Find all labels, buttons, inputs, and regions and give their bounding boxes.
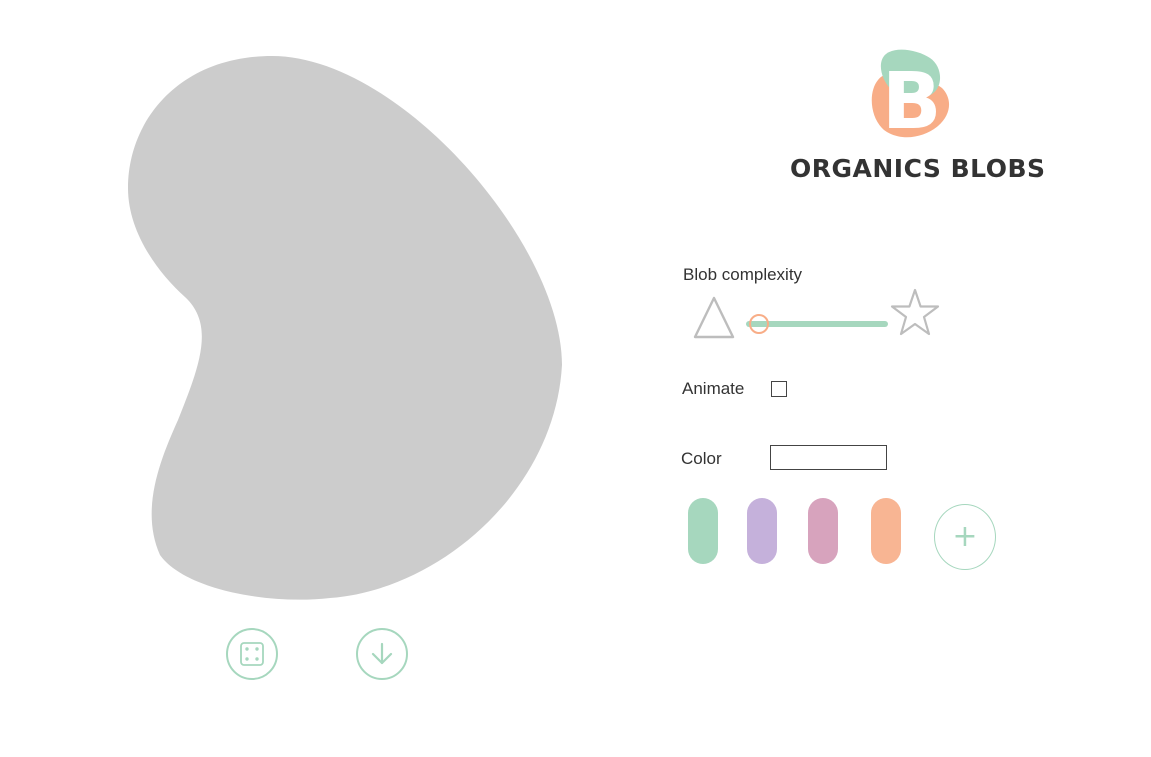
triangle-icon bbox=[693, 296, 735, 339]
slider-thumb[interactable] bbox=[748, 314, 769, 334]
complexity-slider[interactable] bbox=[746, 312, 888, 336]
app-title: ORGANICS BLOBS bbox=[790, 154, 1046, 183]
logo-letter: B bbox=[882, 57, 941, 144]
download-arrow-icon bbox=[371, 642, 393, 665]
animate-checkbox[interactable] bbox=[771, 381, 787, 397]
complexity-label: Blob complexity bbox=[683, 265, 803, 284]
swatch-mauve[interactable] bbox=[808, 498, 838, 564]
blob-shape bbox=[128, 56, 562, 600]
plus-icon: + bbox=[952, 519, 978, 554]
blob-preview bbox=[120, 48, 570, 608]
animate-label: Animate bbox=[682, 379, 745, 398]
randomize-button[interactable] bbox=[226, 628, 278, 680]
dice-icon bbox=[240, 642, 264, 666]
app-logo: B bbox=[862, 40, 962, 144]
star-icon bbox=[890, 288, 940, 336]
color-label: Color bbox=[681, 449, 722, 468]
add-color-button[interactable]: + bbox=[934, 504, 996, 570]
swatch-green[interactable] bbox=[688, 498, 718, 564]
color-input[interactable] bbox=[770, 445, 887, 470]
download-button[interactable] bbox=[356, 628, 408, 680]
swatch-lavender[interactable] bbox=[747, 498, 777, 564]
blob-shape-svg bbox=[128, 56, 562, 600]
swatch-peach[interactable] bbox=[871, 498, 901, 564]
